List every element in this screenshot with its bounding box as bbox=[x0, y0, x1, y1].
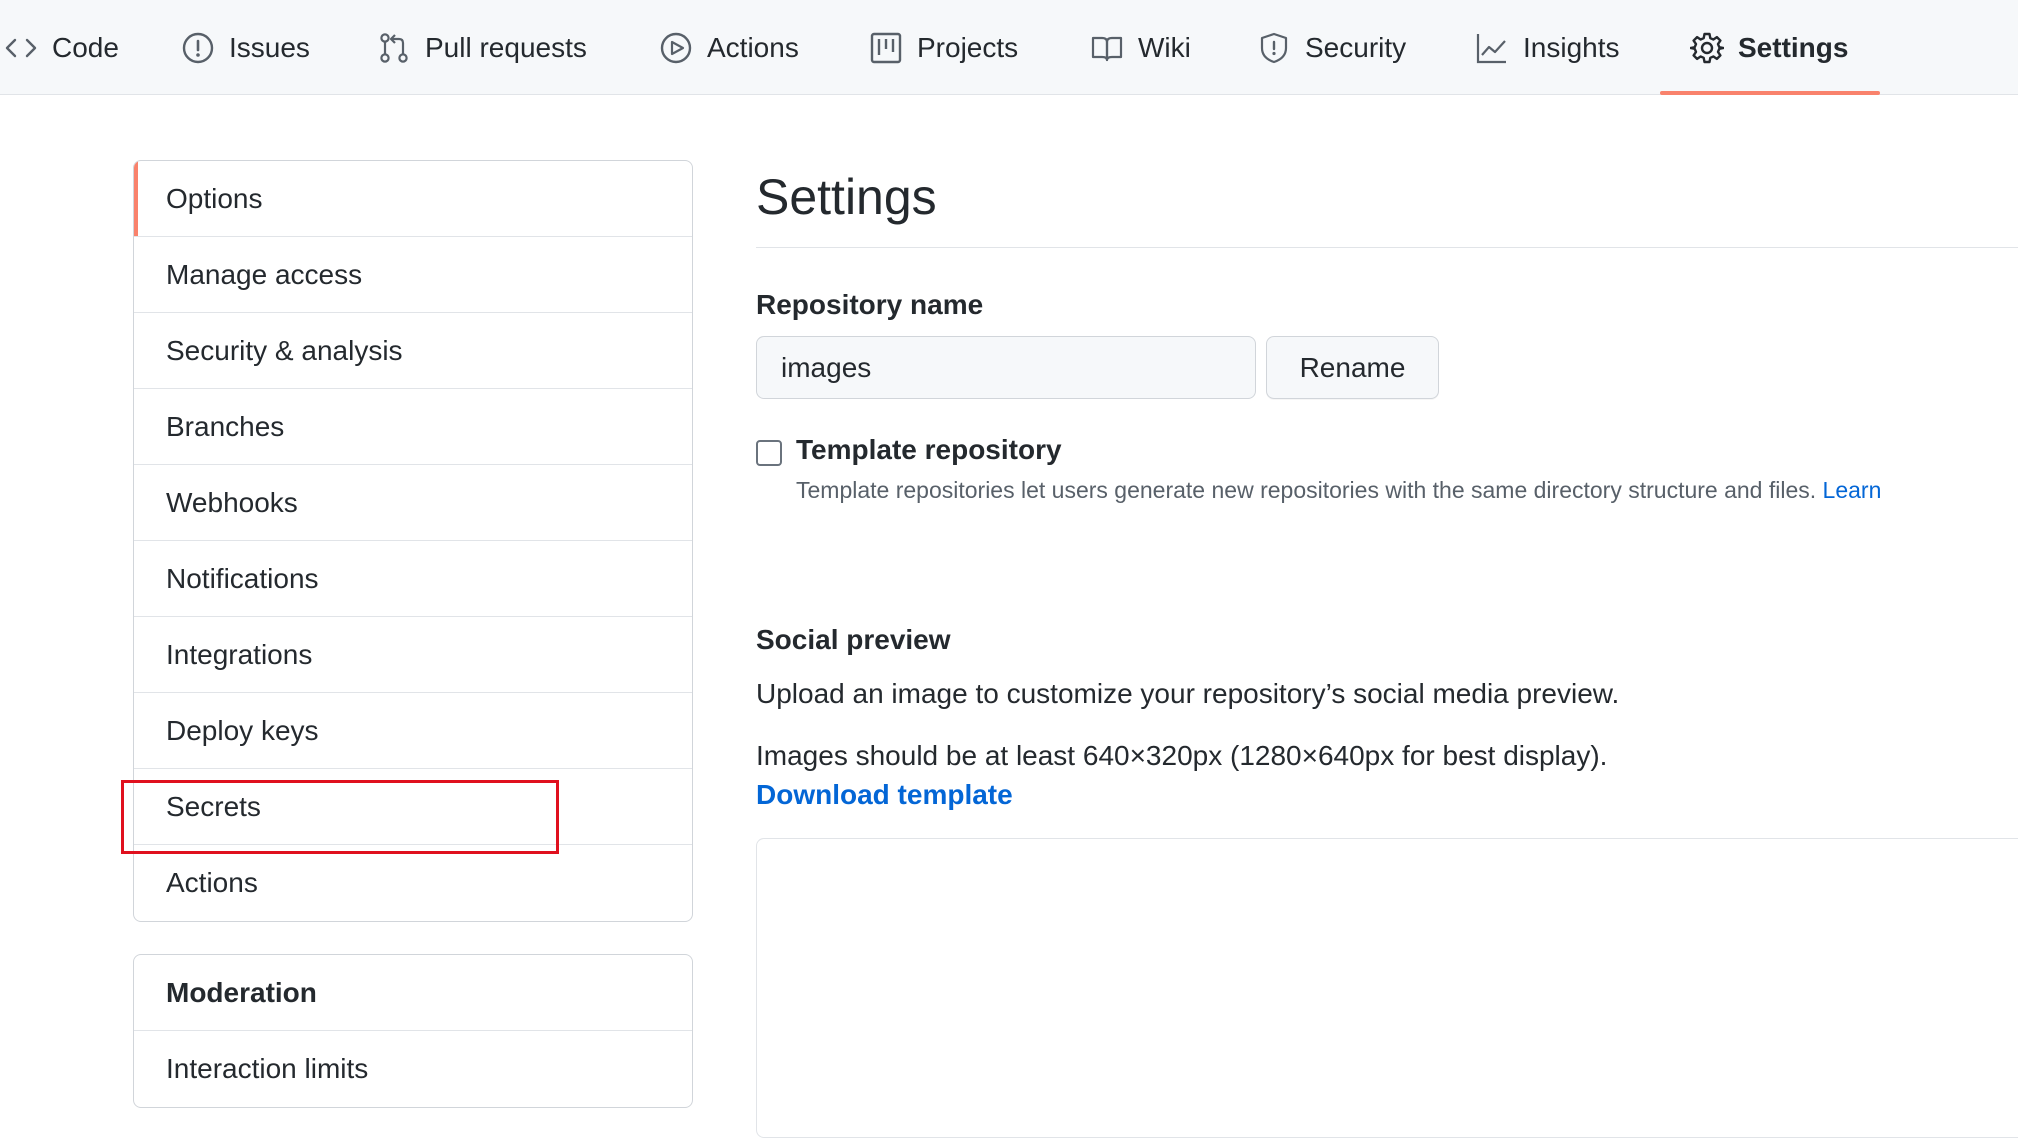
gear-icon bbox=[1690, 32, 1724, 63]
tab-label: Pull requests bbox=[425, 31, 587, 63]
menu-heading-label: Moderation bbox=[166, 976, 317, 1008]
menu-item-label: Webhooks bbox=[166, 486, 298, 518]
menu-item-actions[interactable]: Actions bbox=[134, 845, 692, 921]
menu-item-options[interactable]: Options bbox=[134, 161, 692, 237]
template-repository-checkbox[interactable] bbox=[756, 440, 782, 466]
tab-insights[interactable]: Insights bbox=[1475, 0, 1620, 95]
project-icon bbox=[870, 32, 902, 63]
tab-label: Actions bbox=[707, 31, 799, 63]
menu-item-label: Deploy keys bbox=[166, 714, 319, 746]
menu-item-interaction-limits[interactable]: Interaction limits bbox=[134, 1031, 692, 1107]
tab-security[interactable]: Security bbox=[1257, 0, 1406, 95]
menu-item-label: Actions bbox=[166, 867, 258, 898]
menu-item-deploy-keys[interactable]: Deploy keys bbox=[134, 693, 692, 769]
menu-item-notifications[interactable]: Notifications bbox=[134, 541, 692, 617]
rename-button[interactable]: Rename bbox=[1266, 336, 1439, 399]
page-title: Settings bbox=[756, 169, 937, 225]
tab-issues[interactable]: Issues bbox=[181, 0, 310, 95]
tab-pull-requests[interactable]: Pull requests bbox=[377, 0, 587, 95]
tab-label: Wiki bbox=[1138, 31, 1191, 63]
menu-item-branches[interactable]: Branches bbox=[134, 389, 692, 465]
template-repository-label: Template repository bbox=[796, 434, 1062, 465]
pull-request-icon bbox=[380, 32, 408, 63]
repo-nav: Code Issues Pull requests Actions Projec… bbox=[0, 0, 2018, 95]
tab-label: Code bbox=[52, 31, 119, 63]
menu-item-security-analysis[interactable]: Security & analysis bbox=[134, 313, 692, 389]
menu-item-integrations[interactable]: Integrations bbox=[134, 617, 692, 693]
tab-projects[interactable]: Projects bbox=[869, 0, 1018, 95]
menu-item-label: Interaction limits bbox=[166, 1053, 369, 1084]
template-description-text: Template repositories let users generate… bbox=[796, 477, 1817, 503]
tab-actions[interactable]: Actions bbox=[659, 0, 799, 95]
issue-icon bbox=[182, 32, 214, 63]
menu-item-label: Manage access bbox=[166, 258, 363, 290]
tab-code[interactable]: Code bbox=[4, 0, 119, 95]
menu-item-label: Integrations bbox=[166, 638, 313, 670]
menu-item-label: Secrets bbox=[166, 790, 261, 822]
social-preview-size-note: Images should be at least 640×320px (128… bbox=[756, 740, 1608, 771]
download-template-link[interactable]: Download template bbox=[756, 779, 1013, 811]
tab-wiki[interactable]: Wiki bbox=[1090, 0, 1191, 95]
tab-label: Insights bbox=[1523, 31, 1620, 63]
book-icon bbox=[1091, 36, 1123, 61]
learn-more-link[interactable]: Learn bbox=[1823, 477, 1882, 503]
social-preview-description: Upload an image to customize your reposi… bbox=[756, 678, 1620, 709]
shield-icon bbox=[1260, 32, 1288, 63]
repo-name-input[interactable] bbox=[756, 336, 1256, 399]
tab-label: Security bbox=[1305, 31, 1407, 63]
graph-icon bbox=[1476, 33, 1506, 63]
menu-item-label: Notifications bbox=[166, 562, 319, 594]
moderation-menu: Moderation Interaction limits bbox=[133, 954, 693, 1108]
social-preview-dropzone[interactable] bbox=[756, 838, 2018, 1138]
settings-menu: Options Manage access Security & analysi… bbox=[133, 160, 693, 922]
menu-item-label: Branches bbox=[166, 410, 285, 442]
tab-label: Settings bbox=[1738, 31, 1849, 63]
menu-heading-moderation: Moderation bbox=[134, 955, 692, 1031]
menu-item-webhooks[interactable]: Webhooks bbox=[134, 465, 692, 541]
menu-item-label: Options bbox=[166, 182, 263, 214]
title-divider bbox=[756, 247, 2018, 248]
menu-item-manage-access[interactable]: Manage access bbox=[134, 237, 692, 313]
menu-item-label: Security & analysis bbox=[166, 334, 403, 366]
tab-settings[interactable]: Settings bbox=[1690, 0, 1848, 95]
selected-tab-indicator bbox=[1660, 91, 1880, 95]
menu-item-secrets[interactable]: Secrets bbox=[134, 769, 692, 845]
tab-label: Projects bbox=[917, 31, 1019, 63]
template-repository-description: Template repositories let users generate… bbox=[796, 477, 1881, 504]
tab-label: Issues bbox=[229, 31, 310, 63]
play-icon bbox=[660, 32, 692, 63]
code-icon bbox=[5, 38, 37, 57]
repo-name-label: Repository name bbox=[756, 289, 984, 320]
social-preview-heading: Social preview bbox=[756, 624, 951, 655]
